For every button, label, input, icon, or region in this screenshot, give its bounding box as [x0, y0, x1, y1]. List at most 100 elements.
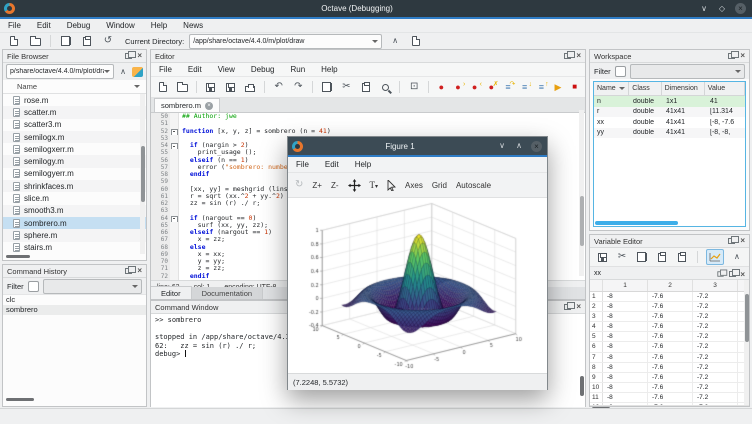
filter-checkbox[interactable]: [28, 281, 39, 292]
grid-cell[interactable]: -7.2: [693, 322, 738, 331]
line-number[interactable]: 69: [151, 251, 170, 258]
file-browser-header[interactable]: File Browser ×: [3, 50, 146, 63]
line-number[interactable]: 67: [151, 236, 170, 243]
line-number[interactable]: 51: [151, 120, 170, 127]
menu-file[interactable]: File: [151, 65, 180, 74]
grid-row[interactable]: 2-8-7.6-7.2: [590, 302, 749, 312]
browse-directory-button[interactable]: [408, 34, 424, 48]
filter-checkbox[interactable]: [615, 66, 626, 77]
line-number[interactable]: 57: [151, 164, 170, 171]
grid-cell[interactable]: -8: [603, 292, 648, 301]
workspace-table[interactable]: NameClassDimensionValue ndouble1x141rdou…: [593, 81, 746, 227]
tab-close-icon[interactable]: ×: [205, 102, 213, 110]
axes-button[interactable]: Axes: [405, 181, 423, 190]
menu-edit[interactable]: Edit: [180, 65, 210, 74]
copy-button[interactable]: [319, 80, 335, 94]
close-panel-icon[interactable]: ×: [740, 238, 745, 244]
copy-button[interactable]: [58, 34, 74, 48]
pan-icon[interactable]: [348, 179, 361, 192]
step-out-button[interactable]: ≡↑: [535, 81, 548, 93]
history-item[interactable]: sombrero: [3, 305, 146, 315]
remove-breakpoints-button[interactable]: ●✗: [485, 81, 498, 93]
menu-file[interactable]: File: [288, 160, 317, 169]
variable-grid[interactable]: 123 1-8-7.6-7.22-8-7.6-7.23-8-7.6-7.24-8…: [590, 280, 749, 405]
grid-column-1[interactable]: 1: [603, 280, 648, 291]
file-row[interactable]: sombrero.m: [3, 217, 146, 229]
file-browser-path-combobox[interactable]: p/share/octave/4.4.0/m/plot/draw: [6, 64, 114, 79]
line-number[interactable]: 61: [151, 193, 170, 200]
grid-row[interactable]: 5-8-7.6-7.2: [590, 332, 749, 342]
filter-combobox[interactable]: [630, 64, 745, 79]
grid-cell[interactable]: -7.6: [648, 332, 693, 341]
directory-up-button[interactable]: ∧: [387, 34, 403, 48]
close-icon[interactable]: ×: [740, 270, 745, 279]
grid-cell[interactable]: -7.6: [648, 383, 693, 392]
zoom-in-button[interactable]: Z+: [312, 181, 322, 190]
maximize-icon[interactable]: ◇: [717, 4, 727, 13]
open-file-button[interactable]: [175, 80, 191, 94]
file-row[interactable]: slice.m: [3, 192, 146, 204]
grid-cell[interactable]: -7.2: [693, 312, 738, 321]
float-panel-icon[interactable]: [564, 304, 571, 310]
horizontal-scrollbar[interactable]: [6, 398, 34, 401]
line-number[interactable]: 59: [151, 178, 170, 185]
grid-cell[interactable]: -7.6: [648, 312, 693, 321]
menu-help[interactable]: Help: [143, 21, 175, 30]
line-number[interactable]: 66: [151, 229, 170, 236]
history-item[interactable]: clc: [3, 295, 146, 305]
line-number[interactable]: 62: [151, 200, 170, 207]
column-header-value[interactable]: Value: [705, 82, 745, 95]
dock-icon[interactable]: [718, 271, 724, 276]
new-file-button[interactable]: [155, 80, 171, 94]
grid-cell[interactable]: -8: [603, 383, 648, 392]
command-history-header[interactable]: Command History ×: [3, 265, 146, 278]
collapse-button[interactable]: ∧: [730, 250, 744, 264]
grid-cell[interactable]: -7.2: [693, 292, 738, 301]
quit-debug-button[interactable]: ■: [568, 81, 581, 93]
save-button[interactable]: [595, 250, 609, 264]
grid-row[interactable]: 1-8-7.6-7.2: [590, 292, 749, 302]
figure-window[interactable]: Figure 1 ∨ ∧ × FileEditHelp ↻ Z+ Z- T▾ A…: [287, 136, 548, 390]
paste-button[interactable]: [655, 250, 669, 264]
close-panel-icon[interactable]: ×: [740, 53, 745, 59]
float-panel-icon[interactable]: [125, 53, 132, 59]
copy-button[interactable]: [635, 250, 649, 264]
close-icon[interactable]: ×: [531, 141, 542, 152]
workspace-row-r[interactable]: rdouble41x41[11.314: [594, 107, 745, 118]
one-directory-up-button[interactable]: ∧: [117, 65, 129, 79]
new-script-button[interactable]: [6, 34, 22, 48]
grid-cell[interactable]: -8: [603, 363, 648, 372]
line-number[interactable]: 64: [151, 215, 170, 222]
grid-cell[interactable]: -7.6: [648, 322, 693, 331]
float-panel-icon[interactable]: [728, 238, 735, 244]
line-number[interactable]: 65: [151, 222, 170, 229]
grid-row[interactable]: 4-8-7.6-7.2: [590, 322, 749, 332]
file-row[interactable]: scatter3.m: [3, 119, 146, 131]
grid-cell[interactable]: -8: [603, 332, 648, 341]
close-panel-icon[interactable]: ×: [576, 304, 581, 310]
grid-cell[interactable]: -7.2: [693, 302, 738, 311]
file-row[interactable]: rose.m: [3, 94, 146, 106]
float-icon[interactable]: [729, 271, 736, 277]
grid-cell[interactable]: -7.2: [693, 342, 738, 351]
line-number[interactable]: 56: [151, 157, 170, 164]
line-number[interactable]: 63: [151, 207, 170, 214]
workspace-horizontal-scrollbar[interactable]: [595, 221, 678, 225]
close-panel-icon[interactable]: ×: [576, 53, 581, 59]
window-titlebar[interactable]: Octave (Debugging) ∨ ◇ ×: [0, 0, 752, 17]
column-header-class[interactable]: Class: [629, 82, 661, 95]
minimize-icon[interactable]: ∨: [497, 141, 507, 152]
filter-combobox[interactable]: [43, 279, 142, 294]
figure-plot-canvas[interactable]: [288, 198, 547, 373]
undo-button[interactable]: ↶: [271, 80, 287, 94]
file-row[interactable]: scatter.m: [3, 106, 146, 118]
variable-grid-vertical-scrollbar[interactable]: [744, 280, 749, 405]
line-number[interactable]: 52: [151, 128, 170, 135]
browser-actions-icon[interactable]: [132, 67, 143, 77]
print-button[interactable]: [242, 80, 258, 94]
workspace-row-yy[interactable]: yydouble41x41[-8, -8,: [594, 128, 745, 139]
variable-editor-header[interactable]: Variable Editor ×: [590, 235, 749, 248]
dock-tab-editor[interactable]: Editor: [151, 286, 192, 299]
workspace-header[interactable]: Workspace ×: [590, 50, 749, 63]
line-number[interactable]: 55: [151, 149, 170, 156]
